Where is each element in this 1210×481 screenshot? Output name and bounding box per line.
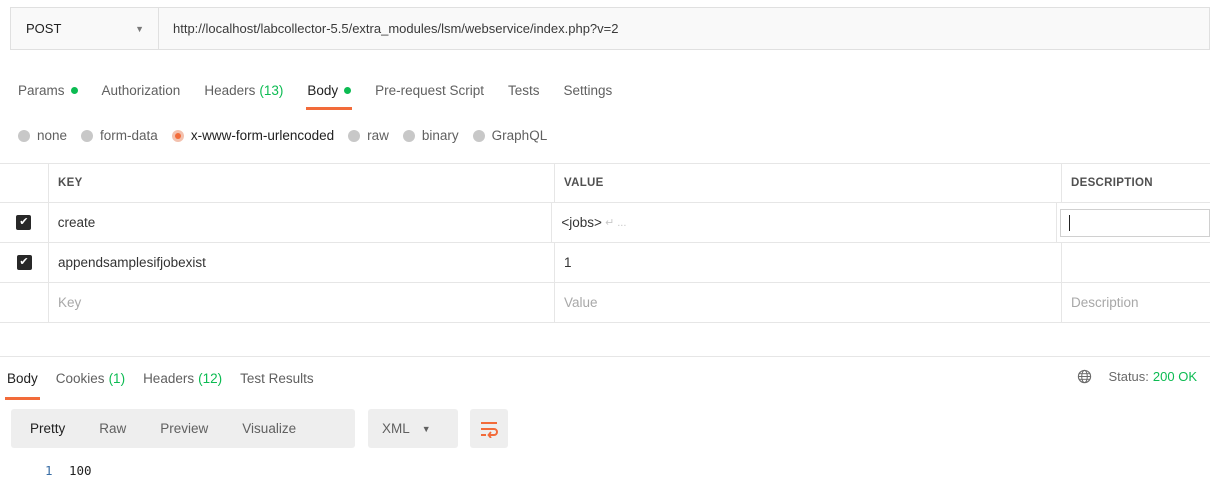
response-tab-body[interactable]: Body (5, 367, 40, 400)
new-value-input[interactable]: Value (555, 283, 1062, 322)
status-dot-icon (344, 86, 352, 94)
tab-label: Body (7, 370, 38, 386)
radio-icon (402, 129, 415, 142)
request-url-bar: POST ▼ http://localhost/labcollector-5.5… (10, 7, 1210, 50)
params-table: KEY VALUE DESCRIPTION ✔ create <jobs> ↵ … (0, 163, 1210, 323)
request-tabs: Params Authorization Headers (13) Body P… (18, 79, 636, 110)
radio-label: none (37, 128, 68, 143)
description-cell[interactable] (1062, 243, 1210, 282)
tab-authorization[interactable]: Authorization (102, 79, 181, 101)
radio-form-data[interactable]: form-data (81, 128, 158, 143)
view-visualize-button[interactable]: Visualize (225, 421, 313, 436)
radio-none[interactable]: none (18, 128, 67, 143)
table-header-row: KEY VALUE DESCRIPTION (0, 164, 1210, 203)
tab-label: Body (307, 82, 339, 98)
table-row-new: Key Value Description (0, 283, 1210, 323)
tab-label: Settings (563, 82, 613, 98)
url-input[interactable]: http://localhost/labcollector-5.5/extra_… (159, 21, 619, 36)
tab-settings[interactable]: Settings (563, 79, 612, 101)
body-type-selector: none form-data x-www-form-urlencoded raw… (18, 128, 561, 143)
tab-body[interactable]: Body (306, 79, 352, 110)
chevron-down-icon: ▼ (135, 23, 144, 34)
wrap-lines-icon (481, 421, 498, 438)
table-header-checkbox-cell (0, 164, 49, 202)
value-cell[interactable]: 1 (555, 243, 1062, 282)
radio-label: GraphQL (491, 128, 548, 143)
radio-graphql[interactable]: GraphQL (472, 128, 548, 143)
status-value: 200 OK (1152, 369, 1197, 384)
column-header-description: DESCRIPTION (1071, 177, 1153, 189)
radio-label: form-data (100, 128, 158, 143)
format-label: XML (382, 421, 410, 436)
column-header-key: KEY (49, 164, 555, 202)
tab-tests[interactable]: Tests (508, 79, 540, 101)
response-code: 1 100 (45, 463, 92, 478)
response-tab-test-results[interactable]: Test Results (240, 367, 314, 389)
checkbox-checked-icon[interactable]: ✔ (16, 255, 32, 270)
line-number: 1 (45, 463, 53, 478)
new-description-input[interactable]: Description (1062, 283, 1210, 322)
description-cell (1057, 203, 1210, 242)
format-select[interactable]: XML ▼ (368, 409, 458, 448)
key-cell[interactable]: create (49, 203, 553, 242)
tab-label: Tests (507, 82, 540, 98)
table-row: ✔ create <jobs> ↵ ... (0, 203, 1210, 243)
checkbox-checked-icon[interactable]: ✔ (16, 215, 32, 230)
radio-label: x-www-form-urlencoded (190, 128, 335, 143)
row-checkbox-cell: ✔ (0, 203, 49, 242)
value-text: <jobs> (561, 215, 602, 230)
radio-icon (348, 129, 361, 142)
radio-icon (472, 129, 485, 142)
tab-headers[interactable]: Headers (13) (204, 79, 283, 101)
method-label: POST (26, 21, 62, 36)
status-dot-icon (70, 86, 78, 94)
radio-selected-icon (171, 129, 184, 142)
response-tabs: Body Cookies (1) Headers (12) Test Resul… (5, 367, 332, 400)
tab-params[interactable]: Params (18, 79, 78, 101)
globe-icon[interactable] (1077, 369, 1092, 384)
view-pretty-button[interactable]: Pretty (11, 421, 82, 436)
table-row: ✔ appendsamplesifjobexist 1 (0, 243, 1210, 283)
response-body-text: 100 (69, 463, 92, 478)
chevron-down-icon: ▼ (421, 423, 431, 434)
tab-label: Headers (204, 82, 256, 98)
radio-icon (18, 129, 30, 142)
radio-icon (81, 129, 94, 142)
tab-label: Authorization (101, 82, 181, 98)
tab-label: Headers (143, 370, 195, 386)
radio-binary[interactable]: binary (402, 128, 459, 143)
status-label: Status: (1108, 369, 1149, 384)
row-checkbox-cell (0, 283, 49, 322)
tab-label: Cookies (55, 370, 105, 386)
new-key-input[interactable]: Key (49, 283, 555, 322)
key-cell[interactable]: appendsamplesifjobexist (49, 243, 555, 282)
tab-count: (12) (198, 370, 223, 386)
view-raw-button[interactable]: Raw (82, 421, 143, 436)
value-cell[interactable]: <jobs> ↵ ... (552, 203, 1057, 242)
tab-count: (1) (108, 370, 126, 386)
radio-x-www-form-urlencoded[interactable]: x-www-form-urlencoded (171, 128, 335, 143)
radio-raw[interactable]: raw (348, 128, 389, 143)
column-header-value: VALUE (555, 164, 1062, 202)
tab-label: Pre-request Script (375, 82, 484, 98)
row-checkbox-cell: ✔ (0, 243, 49, 282)
wrap-lines-button[interactable] (470, 409, 508, 448)
response-tab-cookies[interactable]: Cookies (1) (56, 367, 125, 389)
description-input[interactable] (1060, 208, 1210, 237)
view-preview-button[interactable]: Preview (143, 421, 225, 436)
response-status: Status: 200 OK (1077, 369, 1197, 384)
radio-label: binary (421, 128, 459, 143)
view-mode-toolbar: Pretty Raw Preview Visualize (11, 409, 355, 448)
multiline-hint: ↵ ... (604, 217, 627, 229)
tab-count: (13) (259, 82, 284, 98)
response-tab-headers[interactable]: Headers (12) (143, 367, 222, 389)
response-divider (0, 356, 1210, 357)
tab-label: Params (18, 82, 65, 98)
tab-label: Test Results (240, 370, 314, 386)
radio-label: raw (367, 128, 389, 143)
method-select[interactable]: POST ▼ (11, 8, 159, 49)
tab-pre-request-script[interactable]: Pre-request Script (375, 79, 484, 101)
